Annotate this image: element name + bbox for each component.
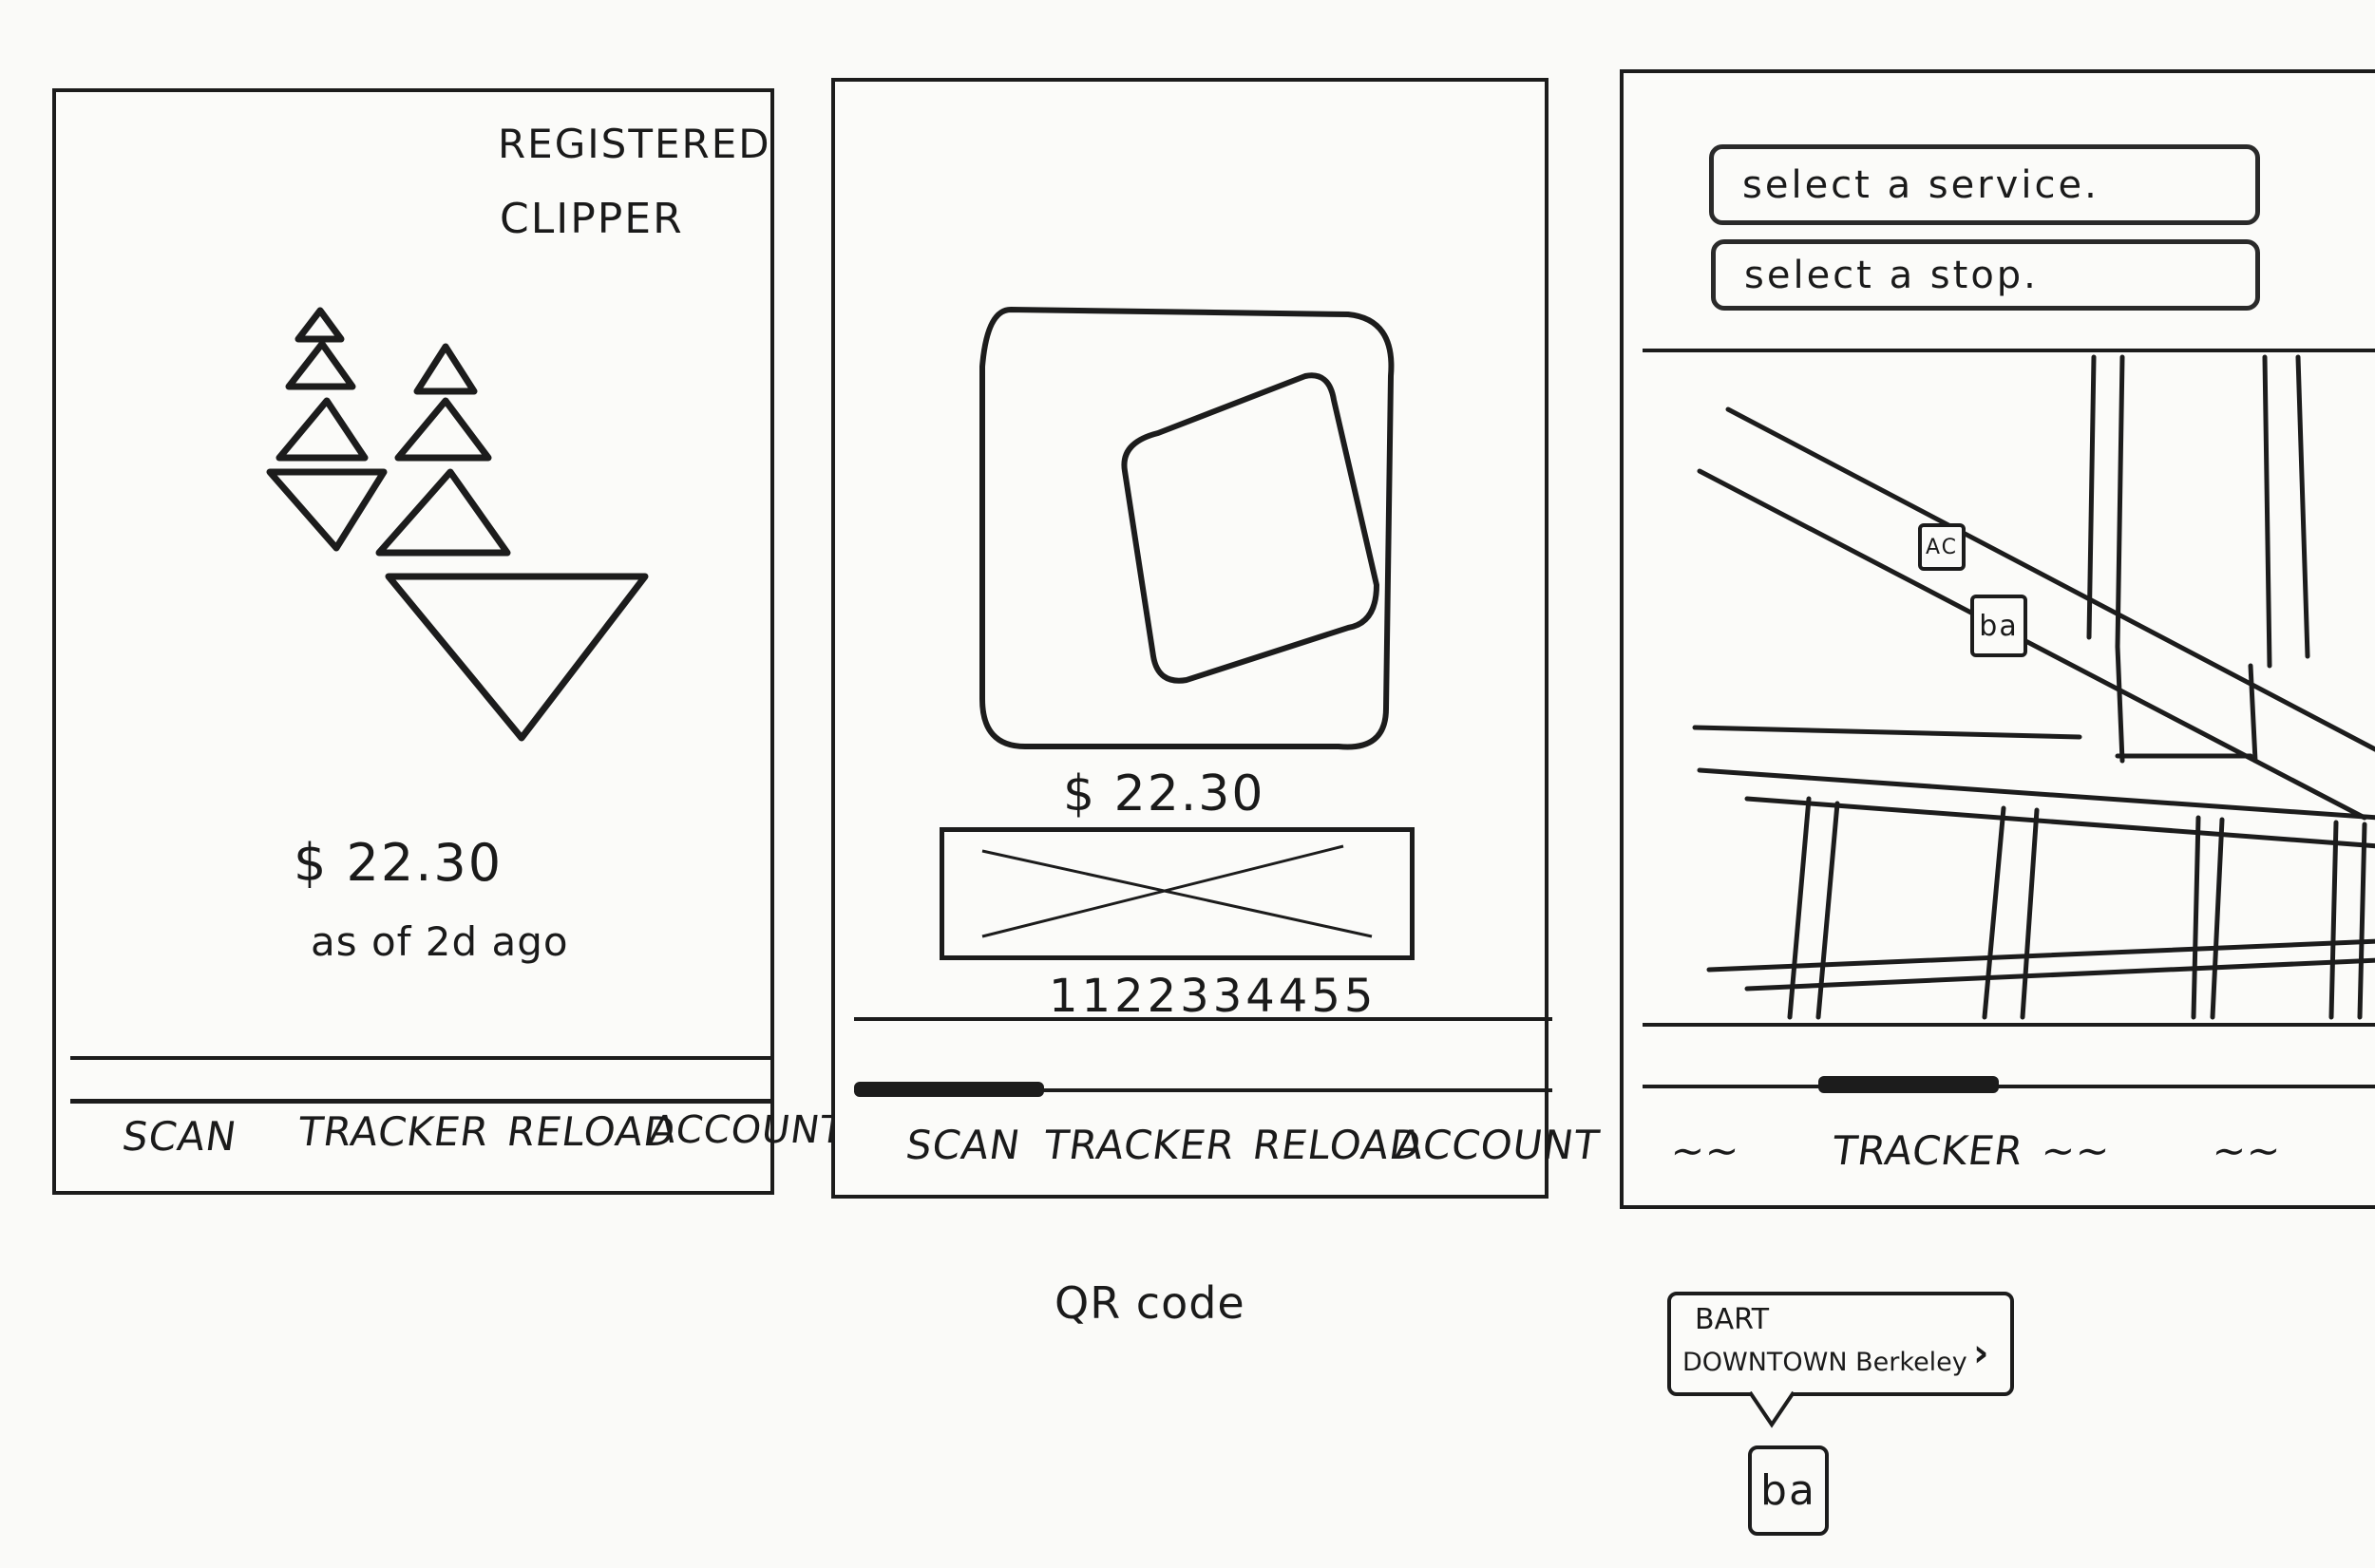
popup-agency: BART	[1695, 1303, 1770, 1336]
bottom-nav-bar	[70, 1056, 773, 1060]
nav-tracker[interactable]: TRACKER	[295, 1108, 493, 1155]
screen-scan: $ 22.30 1122334455 SCAN TRACKER RELOAD A…	[831, 78, 1603, 1199]
bottom-nav-bar	[1643, 1023, 2375, 1027]
active-tab-indicator	[854, 1082, 1044, 1097]
popup-pointer	[1748, 1390, 1796, 1428]
bottom-nav-bar	[854, 1017, 1552, 1021]
nav-placeholder-right[interactable]: ~~	[2210, 1127, 2285, 1174]
qr-code-card-illustration	[979, 306, 1395, 750]
nav-tracker[interactable]: TRACKER	[1830, 1127, 2027, 1174]
nav-scan[interactable]: SCAN	[903, 1122, 1024, 1168]
map-view[interactable]: AC ba	[1643, 349, 2375, 1027]
map-stop-pin-ba[interactable]: ba	[1748, 1445, 1829, 1536]
nav-placeholder-mid[interactable]: ~~	[2039, 1127, 2114, 1174]
card-balance-note: as of 2d ago	[311, 918, 569, 965]
bottom-nav-divider	[1643, 1085, 2375, 1088]
popup-stop-name: DOWNTOWN Berkeley	[1682, 1348, 1967, 1377]
map-stop-ac[interactable]: AC	[1918, 523, 1966, 571]
card-balance: $ 22.30	[294, 833, 504, 893]
nav-account[interactable]: ACCOUNT	[1393, 1122, 1603, 1168]
card-title-line2: CLIPPER	[500, 195, 684, 243]
nav-tracker[interactable]: TRACKER	[1041, 1122, 1239, 1168]
nav-scan[interactable]: SCAN	[120, 1113, 240, 1160]
chevron-right-icon[interactable]: ›	[1973, 1332, 1988, 1375]
scan-balance: $ 22.30	[1063, 765, 1265, 822]
service-select[interactable]: select a service.	[1709, 144, 2260, 225]
stop-select[interactable]: select a stop.	[1711, 239, 2260, 311]
stop-popup[interactable]: BART DOWNTOWN Berkeley ›	[1667, 1292, 2014, 1396]
scan-screen-caption: QR code	[1054, 1277, 1245, 1329]
nav-account[interactable]: ACCOUNT	[647, 1108, 847, 1152]
screen-card-overview: REGISTERED CLIPPER $ 22.30 as of 2d ago …	[52, 88, 847, 1195]
active-tab-indicator	[1818, 1076, 1999, 1093]
barcode-placeholder	[940, 827, 1415, 960]
screen-tracker: select a service. select a stop. AC ba ~…	[1620, 69, 2375, 1209]
nav-placeholder-left[interactable]: ~~	[1668, 1127, 1743, 1174]
bottom-nav-divider	[70, 1099, 773, 1104]
map-stop-ba[interactable]: ba	[1970, 595, 2027, 657]
card-title-line1: REGISTERED	[498, 121, 771, 167]
card-number: 1122334455	[1049, 970, 1378, 1023]
clipper-logo-icon	[266, 307, 649, 742]
